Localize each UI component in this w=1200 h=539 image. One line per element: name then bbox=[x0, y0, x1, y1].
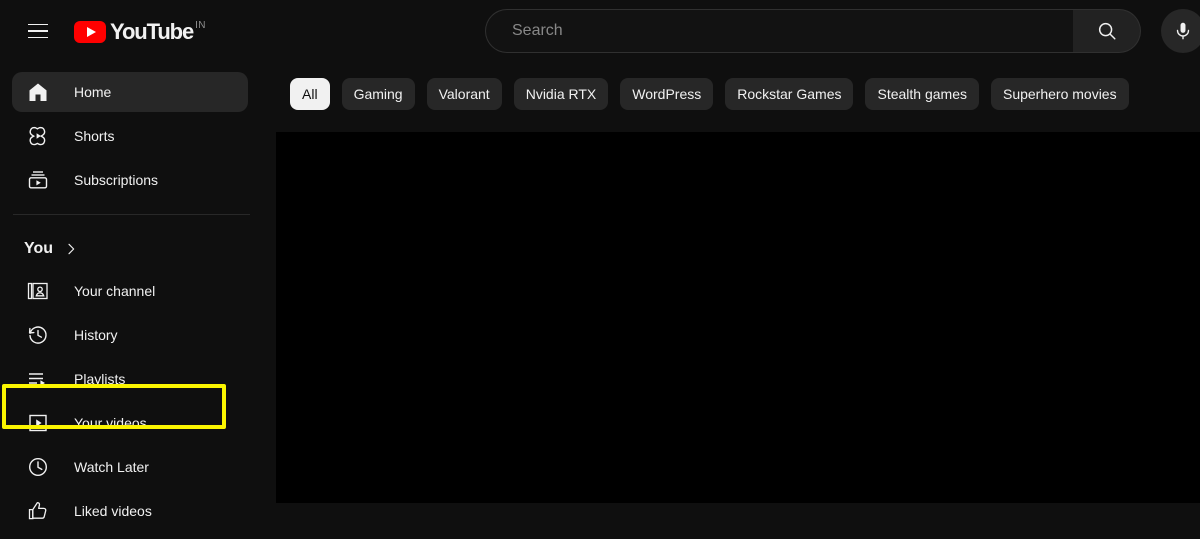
youtube-page: YouTube IN Search Home Shorts Subscripti… bbox=[0, 0, 1200, 539]
youtube-logo-text: YouTube bbox=[110, 19, 194, 44]
hamburger-line bbox=[28, 23, 48, 26]
hamburger-line bbox=[28, 36, 48, 39]
voice-search-button[interactable] bbox=[1161, 9, 1200, 53]
sidebar-item-shorts[interactable]: Shorts bbox=[12, 116, 248, 156]
sidebar-item-label: Your videos bbox=[74, 415, 147, 431]
sidebar-item-label: Subscriptions bbox=[74, 172, 159, 188]
top-bar: YouTube IN bbox=[0, 0, 1200, 62]
search-button[interactable] bbox=[1073, 9, 1141, 53]
search-icon bbox=[1098, 22, 1116, 40]
sidebar-divider bbox=[13, 214, 250, 215]
youtube-play-icon bbox=[74, 21, 106, 43]
hamburger-menu-icon[interactable] bbox=[18, 11, 58, 51]
sidebar: Home Shorts Subscriptions You Your chann… bbox=[0, 62, 260, 539]
search-input[interactable] bbox=[512, 22, 1073, 40]
filter-chip-valorant[interactable]: Valorant bbox=[426, 78, 502, 110]
microphone-icon bbox=[1176, 22, 1190, 40]
sidebar-item-label: Watch Later bbox=[74, 459, 149, 475]
subscriptions-icon bbox=[26, 168, 50, 192]
search-box[interactable] bbox=[485, 9, 1073, 53]
chevron-right-icon bbox=[63, 241, 79, 257]
your-channel-icon bbox=[26, 279, 50, 303]
sidebar-item-liked-videos[interactable]: Liked videos bbox=[12, 491, 248, 531]
filter-chip-superhero-movies[interactable]: Superhero movies bbox=[990, 78, 1129, 110]
sidebar-item-label: Liked videos bbox=[74, 503, 152, 519]
main-content: All Gaming Valorant Nvidia RTX WordPress… bbox=[260, 62, 1200, 539]
youtube-country-superscript: IN bbox=[195, 20, 206, 31]
sidebar-item-label: Home bbox=[74, 84, 112, 100]
watch-later-icon bbox=[26, 455, 50, 479]
sidebar-item-label: Your channel bbox=[74, 283, 156, 299]
filter-chip-nvidia-rtx[interactable]: Nvidia RTX bbox=[513, 78, 609, 110]
sidebar-section-you[interactable]: You bbox=[0, 229, 260, 269]
hamburger-line bbox=[28, 30, 48, 32]
sidebar-item-home[interactable]: Home bbox=[12, 72, 248, 112]
filter-chip-gaming[interactable]: Gaming bbox=[341, 78, 415, 110]
filter-chip-wordpress[interactable]: WordPress bbox=[620, 78, 714, 110]
video-grid-area bbox=[276, 132, 1200, 503]
sidebar-item-label: Playlists bbox=[74, 371, 126, 387]
sidebar-item-label: Shorts bbox=[74, 128, 115, 144]
shorts-icon bbox=[26, 124, 50, 148]
history-icon bbox=[26, 323, 50, 347]
sidebar-item-your-channel[interactable]: Your channel bbox=[12, 271, 248, 311]
sidebar-item-label: History bbox=[74, 327, 118, 343]
liked-videos-icon bbox=[26, 499, 50, 523]
filter-chip-stealth-games[interactable]: Stealth games bbox=[865, 78, 979, 110]
sidebar-item-your-videos[interactable]: Your videos bbox=[12, 403, 248, 443]
youtube-logo[interactable]: YouTube IN bbox=[74, 17, 206, 45]
playlists-icon bbox=[26, 367, 50, 391]
filter-chip-all[interactable]: All bbox=[290, 78, 330, 110]
sidebar-item-subscriptions[interactable]: Subscriptions bbox=[12, 160, 248, 200]
home-icon bbox=[26, 80, 50, 104]
sidebar-item-watch-later[interactable]: Watch Later bbox=[12, 447, 248, 487]
sidebar-section-you-label: You bbox=[24, 240, 54, 257]
filter-chip-bar: All Gaming Valorant Nvidia RTX WordPress… bbox=[290, 78, 1129, 110]
your-videos-icon bbox=[26, 411, 50, 435]
sidebar-item-history[interactable]: History bbox=[12, 315, 248, 355]
search-bar bbox=[485, 9, 1141, 53]
sidebar-item-playlists[interactable]: Playlists bbox=[12, 359, 248, 399]
filter-chip-rockstar-games[interactable]: Rockstar Games bbox=[725, 78, 854, 110]
